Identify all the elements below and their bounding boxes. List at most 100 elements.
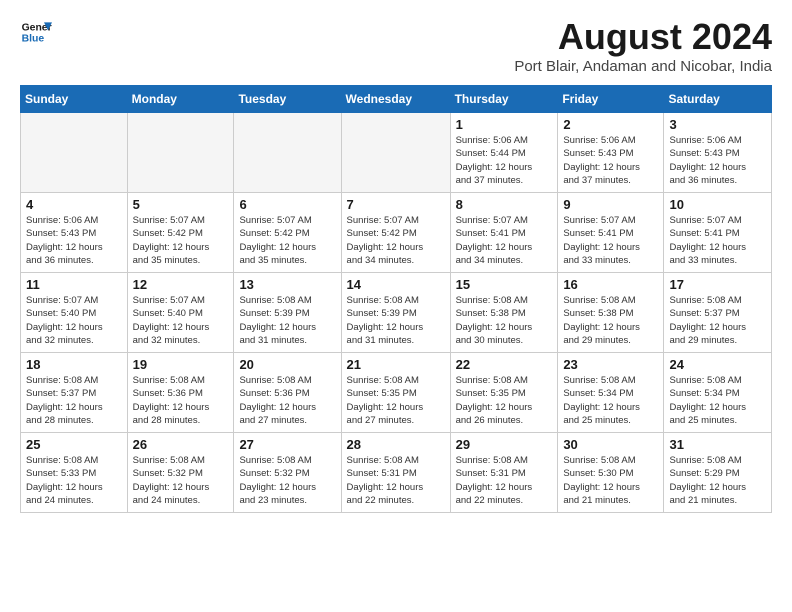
calendar-cell: 17 Sunrise: 5:08 AM Sunset: 5:37 PM Dayli… [664,273,772,353]
weekday-header: Sunday [21,86,128,113]
calendar-table: SundayMondayTuesdayWednesdayThursdayFrid… [20,85,772,513]
calendar-header: SundayMondayTuesdayWednesdayThursdayFrid… [21,86,772,113]
day-info: Sunrise: 5:07 AM Sunset: 5:40 PM Dayligh… [26,294,122,347]
day-number: 15 [456,277,553,292]
day-number: 9 [563,197,658,212]
day-info: Sunrise: 5:08 AM Sunset: 5:33 PM Dayligh… [26,454,122,507]
day-number: 19 [133,357,229,372]
day-info: Sunrise: 5:08 AM Sunset: 5:31 PM Dayligh… [347,454,445,507]
day-number: 8 [456,197,553,212]
weekday-header: Saturday [664,86,772,113]
calendar-cell: 5 Sunrise: 5:07 AM Sunset: 5:42 PM Daylig… [127,193,234,273]
calendar-cell: 4 Sunrise: 5:06 AM Sunset: 5:43 PM Daylig… [21,193,128,273]
day-number: 28 [347,437,445,452]
calendar-cell: 22 Sunrise: 5:08 AM Sunset: 5:35 PM Dayli… [450,353,558,433]
page-header: General Blue August 2024 Port Blair, And… [20,16,772,75]
weekday-header: Wednesday [341,86,450,113]
day-info: Sunrise: 5:08 AM Sunset: 5:39 PM Dayligh… [239,294,335,347]
weekday-header: Monday [127,86,234,113]
calendar-cell: 6 Sunrise: 5:07 AM Sunset: 5:42 PM Daylig… [234,193,341,273]
day-info: Sunrise: 5:08 AM Sunset: 5:39 PM Dayligh… [347,294,445,347]
weekday-header: Thursday [450,86,558,113]
day-number: 12 [133,277,229,292]
day-number: 21 [347,357,445,372]
day-number: 31 [669,437,766,452]
calendar-cell [341,113,450,193]
day-info: Sunrise: 5:08 AM Sunset: 5:38 PM Dayligh… [456,294,553,347]
day-info: Sunrise: 5:07 AM Sunset: 5:41 PM Dayligh… [669,214,766,267]
logo-icon: General Blue [20,16,52,48]
day-info: Sunrise: 5:07 AM Sunset: 5:42 PM Dayligh… [239,214,335,267]
calendar-cell: 8Sunrise: 5:07 AM Sunset: 5:41 PM Daylig… [450,193,558,273]
day-number: 29 [456,437,553,452]
calendar-cell: 25 Sunrise: 5:08 AM Sunset: 5:33 PM Dayli… [21,433,128,513]
calendar-cell: 3Sunrise: 5:06 AM Sunset: 5:43 PM Daylig… [664,113,772,193]
calendar-cell: 29 Sunrise: 5:08 AM Sunset: 5:31 PM Dayli… [450,433,558,513]
calendar-cell: 31Sunrise: 5:08 AM Sunset: 5:29 PM Dayli… [664,433,772,513]
calendar-cell: 7 Sunrise: 5:07 AM Sunset: 5:42 PM Daylig… [341,193,450,273]
calendar-cell: 20 Sunrise: 5:08 AM Sunset: 5:36 PM Dayli… [234,353,341,433]
day-info: Sunrise: 5:08 AM Sunset: 5:35 PM Dayligh… [347,374,445,427]
logo: General Blue [20,16,56,48]
calendar-cell: 24 Sunrise: 5:08 AM Sunset: 5:34 PM Dayli… [664,353,772,433]
day-number: 11 [26,277,122,292]
day-number: 25 [26,437,122,452]
calendar-cell: 2Sunrise: 5:06 AM Sunset: 5:43 PM Daylig… [558,113,664,193]
day-info: Sunrise: 5:07 AM Sunset: 5:42 PM Dayligh… [133,214,229,267]
day-number: 4 [26,197,122,212]
calendar-title: August 2024 [514,16,772,58]
calendar-cell [127,113,234,193]
calendar-cell: 13Sunrise: 5:08 AM Sunset: 5:39 PM Dayli… [234,273,341,353]
day-number: 10 [669,197,766,212]
day-info: Sunrise: 5:06 AM Sunset: 5:43 PM Dayligh… [26,214,122,267]
day-info: Sunrise: 5:08 AM Sunset: 5:34 PM Dayligh… [563,374,658,427]
day-info: Sunrise: 5:08 AM Sunset: 5:37 PM Dayligh… [669,294,766,347]
day-info: Sunrise: 5:08 AM Sunset: 5:34 PM Dayligh… [669,374,766,427]
day-info: Sunrise: 5:08 AM Sunset: 5:32 PM Dayligh… [133,454,229,507]
day-number: 24 [669,357,766,372]
calendar-cell: 19Sunrise: 5:08 AM Sunset: 5:36 PM Dayli… [127,353,234,433]
day-info: Sunrise: 5:08 AM Sunset: 5:35 PM Dayligh… [456,374,553,427]
day-number: 26 [133,437,229,452]
day-number: 7 [347,197,445,212]
calendar-cell: 14 Sunrise: 5:08 AM Sunset: 5:39 PM Dayli… [341,273,450,353]
calendar-cell: 23Sunrise: 5:08 AM Sunset: 5:34 PM Dayli… [558,353,664,433]
day-number: 16 [563,277,658,292]
day-info: Sunrise: 5:08 AM Sunset: 5:36 PM Dayligh… [239,374,335,427]
day-number: 17 [669,277,766,292]
day-number: 1 [456,117,553,132]
day-info: Sunrise: 5:07 AM Sunset: 5:42 PM Dayligh… [347,214,445,267]
calendar-cell: 15 Sunrise: 5:08 AM Sunset: 5:38 PM Dayli… [450,273,558,353]
day-info: Sunrise: 5:08 AM Sunset: 5:32 PM Dayligh… [239,454,335,507]
calendar-cell: 21 Sunrise: 5:08 AM Sunset: 5:35 PM Dayli… [341,353,450,433]
day-number: 22 [456,357,553,372]
day-number: 18 [26,357,122,372]
day-info: Sunrise: 5:08 AM Sunset: 5:31 PM Dayligh… [456,454,553,507]
day-number: 27 [239,437,335,452]
calendar-cell: 27 Sunrise: 5:08 AM Sunset: 5:32 PM Dayli… [234,433,341,513]
day-info: Sunrise: 5:06 AM Sunset: 5:44 PM Dayligh… [456,134,553,187]
calendar-subtitle: Port Blair, Andaman and Nicobar, India [514,58,772,75]
calendar-week-row: 18Sunrise: 5:08 AM Sunset: 5:37 PM Dayli… [21,353,772,433]
calendar-cell: 9Sunrise: 5:07 AM Sunset: 5:41 PM Daylig… [558,193,664,273]
day-number: 6 [239,197,335,212]
day-number: 20 [239,357,335,372]
day-number: 5 [133,197,229,212]
calendar-week-row: 1 Sunrise: 5:06 AM Sunset: 5:44 PM Daylig… [21,113,772,193]
day-info: Sunrise: 5:08 AM Sunset: 5:30 PM Dayligh… [563,454,658,507]
day-number: 14 [347,277,445,292]
calendar-week-row: 4 Sunrise: 5:06 AM Sunset: 5:43 PM Daylig… [21,193,772,273]
calendar-cell: 12Sunrise: 5:07 AM Sunset: 5:40 PM Dayli… [127,273,234,353]
title-area: August 2024 Port Blair, Andaman and Nico… [514,16,772,75]
calendar-cell: 28 Sunrise: 5:08 AM Sunset: 5:31 PM Dayli… [341,433,450,513]
calendar-cell: 1 Sunrise: 5:06 AM Sunset: 5:44 PM Daylig… [450,113,558,193]
day-number: 30 [563,437,658,452]
day-number: 3 [669,117,766,132]
day-info: Sunrise: 5:08 AM Sunset: 5:38 PM Dayligh… [563,294,658,347]
calendar-week-row: 25 Sunrise: 5:08 AM Sunset: 5:33 PM Dayli… [21,433,772,513]
calendar-cell: 10 Sunrise: 5:07 AM Sunset: 5:41 PM Dayli… [664,193,772,273]
calendar-cell: 11 Sunrise: 5:07 AM Sunset: 5:40 PM Dayli… [21,273,128,353]
weekday-header: Tuesday [234,86,341,113]
calendar-cell [21,113,128,193]
day-number: 2 [563,117,658,132]
